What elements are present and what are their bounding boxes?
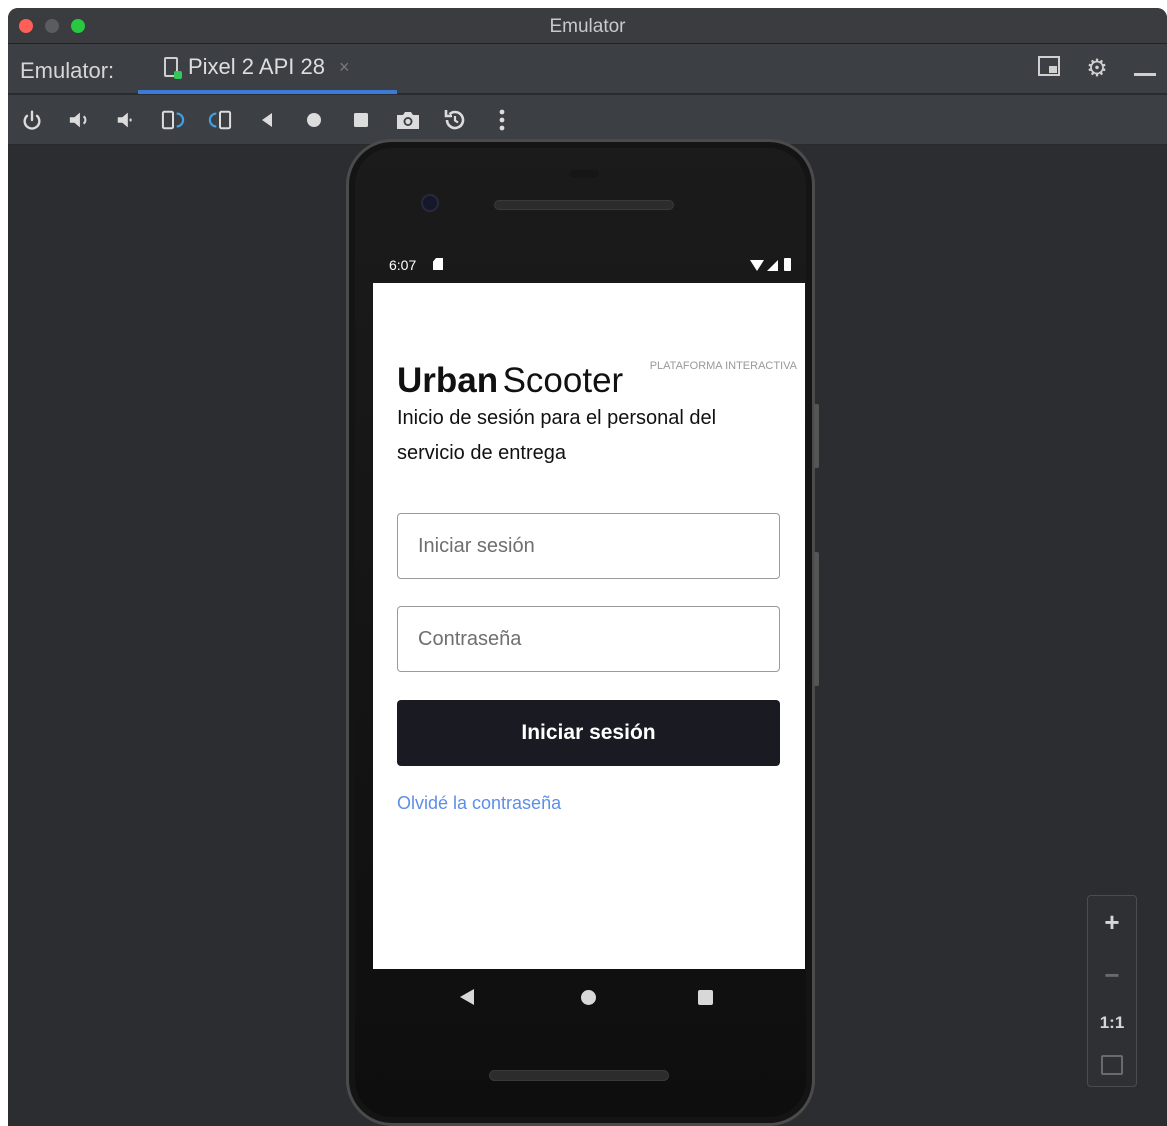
window-mode-button[interactable] xyxy=(1035,55,1063,83)
home-icon xyxy=(307,112,321,127)
nav-home-icon[interactable] xyxy=(581,990,596,1005)
actual-size-button[interactable]: 1:1 xyxy=(1100,1013,1125,1033)
brand-bold: Urban xyxy=(397,361,499,400)
more-button[interactable] xyxy=(488,106,516,134)
sd-card-icon xyxy=(433,258,443,270)
proximity-sensor xyxy=(569,170,599,178)
platform-tag: PLATAFORMA INTERACTIVA xyxy=(649,360,797,372)
android-nav-bar xyxy=(373,972,805,1032)
tab-close-icon[interactable]: × xyxy=(339,57,350,78)
side-button-power[interactable] xyxy=(814,404,819,468)
side-button-volume[interactable] xyxy=(814,552,819,686)
volume-down-button[interactable] xyxy=(112,106,140,134)
home-button[interactable] xyxy=(300,106,328,134)
back-icon xyxy=(262,112,272,127)
window-title: Emulator xyxy=(549,16,626,37)
login-input[interactable] xyxy=(397,513,780,579)
tab-pixel-2-api-28[interactable]: Pixel 2 API 28 × xyxy=(138,44,397,94)
rotate-right-icon xyxy=(208,110,232,129)
battery-icon xyxy=(784,258,791,271)
top-speaker xyxy=(494,200,674,210)
power-icon xyxy=(23,110,41,130)
emulator-toolbar xyxy=(8,95,1167,145)
front-camera xyxy=(421,194,439,212)
forgot-password-link[interactable]: Olvidé la contraseña xyxy=(397,793,561,814)
device-icon xyxy=(164,57,182,79)
signal-icon xyxy=(767,260,778,271)
status-bar: 6:07 xyxy=(373,250,805,278)
minimize-icon xyxy=(1134,72,1156,76)
status-icons xyxy=(750,258,791,271)
volume-down-icon xyxy=(117,112,132,127)
camera-icon xyxy=(397,111,419,129)
tab-bar: Emulator: Pixel 2 API 28 × ⚙ xyxy=(8,44,1167,94)
snapshot-icon xyxy=(444,109,465,129)
rotate-left-icon xyxy=(161,110,185,129)
snapshot-button[interactable] xyxy=(441,106,469,134)
title-bar: Emulator xyxy=(8,8,1167,44)
fit-screen-icon[interactable] xyxy=(1101,1055,1123,1075)
minimize-panel-button[interactable] xyxy=(1131,55,1159,83)
back-button[interactable] xyxy=(253,106,281,134)
rotate-left-button[interactable] xyxy=(159,106,187,134)
login-button[interactable]: Iniciar sesión xyxy=(397,700,780,766)
nav-back-icon[interactable] xyxy=(460,989,474,1005)
password-input[interactable] xyxy=(397,606,780,672)
nav-recent-icon[interactable] xyxy=(698,990,713,1005)
tab-label: Pixel 2 API 28 xyxy=(188,54,325,79)
more-icon xyxy=(499,109,505,130)
settings-button[interactable]: ⚙ xyxy=(1083,54,1111,83)
status-time: 6:07 xyxy=(389,257,417,273)
gear-icon: ⚙ xyxy=(1086,55,1108,82)
volume-up-button[interactable] xyxy=(65,106,93,134)
zoom-panel: + − 1:1 xyxy=(1087,895,1137,1087)
bottom-speaker xyxy=(489,1070,669,1081)
zoom-out-button[interactable]: − xyxy=(1104,960,1119,991)
rotate-right-button[interactable] xyxy=(206,106,234,134)
wifi-icon xyxy=(750,260,764,271)
power-button[interactable] xyxy=(18,106,46,134)
zoom-in-button[interactable]: + xyxy=(1104,907,1119,938)
overview-icon xyxy=(354,112,368,127)
brand-title: Urban Scooter xyxy=(397,361,623,401)
screenshot-button[interactable] xyxy=(394,106,422,134)
volume-up-icon xyxy=(69,112,87,127)
overview-button[interactable] xyxy=(347,106,375,134)
app-screen: Urban Scooter PLATAFORMA INTERACTIVA Ini… xyxy=(373,283,805,969)
window-mode-icon xyxy=(1038,55,1060,76)
brand-light: Scooter xyxy=(502,361,624,400)
tabbar-actions: ⚙ xyxy=(1035,54,1159,83)
login-subtitle: Inicio de sesión para el personal del se… xyxy=(397,407,717,464)
phone-frame: 6:07 Urban Scooter PLATAFORMA INTERACTIV… xyxy=(346,139,819,1126)
emulator-label: Emulator: xyxy=(20,58,115,83)
